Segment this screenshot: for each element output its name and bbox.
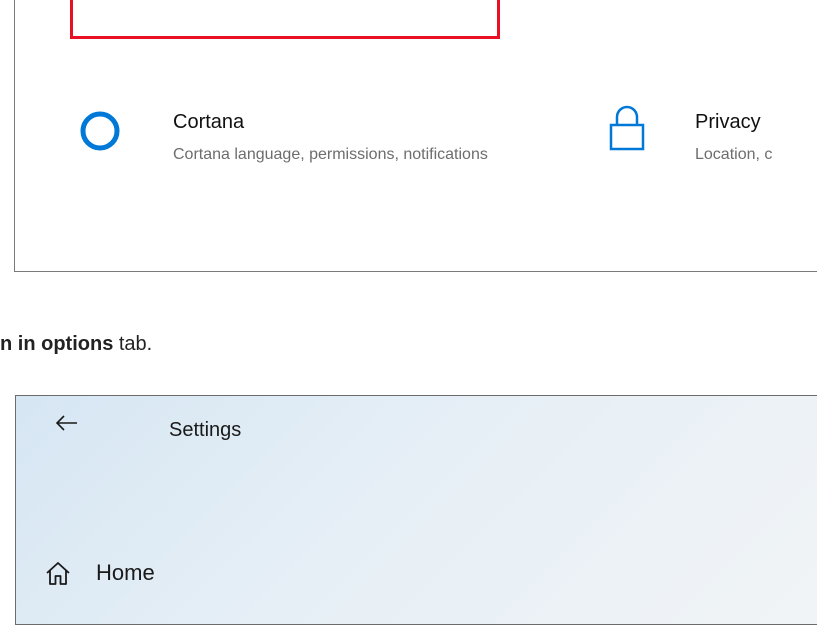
caption-bold-text: n in options — [0, 333, 114, 355]
lock-icon[interactable] — [609, 103, 645, 153]
back-button[interactable] — [52, 410, 82, 436]
home-icon — [46, 562, 70, 585]
instruction-caption: n in options tab. — [0, 333, 152, 356]
highlight-box — [70, 0, 500, 39]
tile-cortana-title[interactable]: Cortana — [173, 111, 244, 134]
cortana-ring-icon[interactable] — [78, 109, 122, 153]
tile-privacy-title[interactable]: Privacy — [695, 111, 761, 134]
settings-categories-panel — [14, 0, 817, 272]
tile-privacy-description: Location, c — [695, 146, 773, 163]
window-title: Settings — [169, 419, 242, 441]
back-arrow-icon — [56, 415, 77, 431]
caption-rest-text: tab. — [113, 333, 153, 355]
nav-item-home[interactable]: Home — [44, 556, 155, 590]
settings-window: Settings Home — [15, 395, 817, 625]
nav-item-home-label: Home — [96, 560, 155, 585]
tile-cortana-description: Cortana language, permissions, notificat… — [173, 146, 488, 163]
